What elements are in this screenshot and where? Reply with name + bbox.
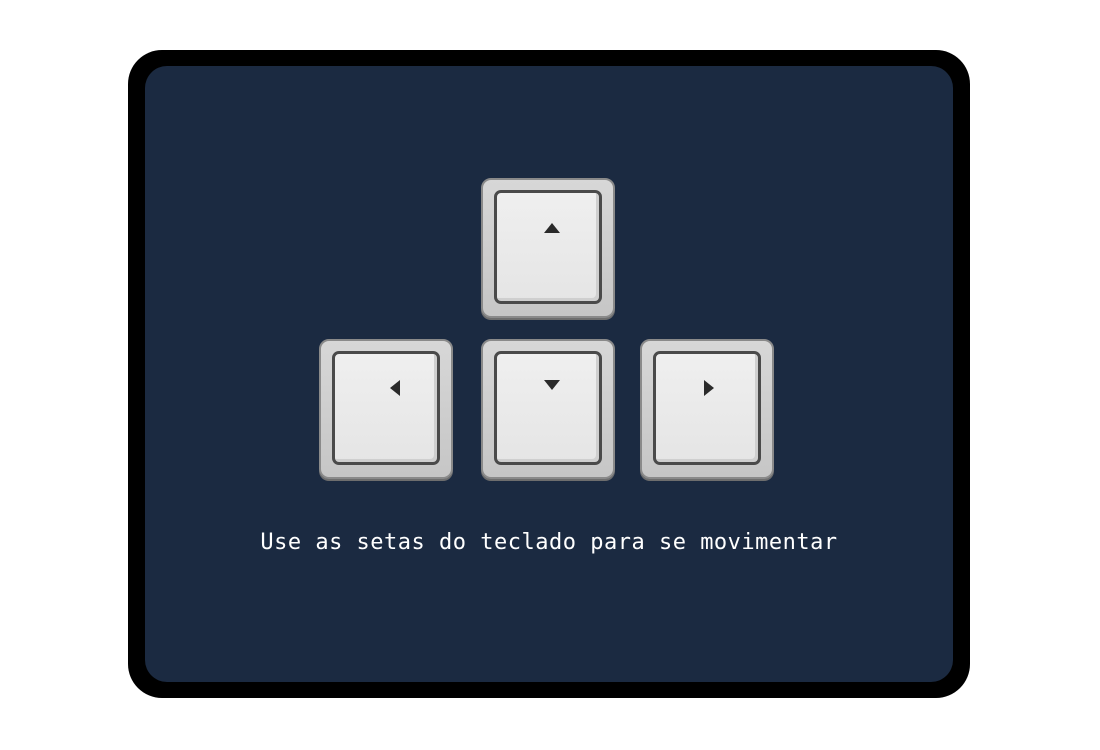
arrow-right-icon xyxy=(704,380,714,396)
arrow-right-key-face xyxy=(653,351,761,465)
arrow-right-key xyxy=(640,339,774,479)
arrow-up-icon xyxy=(544,223,560,233)
arrow-up-key-face xyxy=(494,190,602,304)
arrow-left-key-face xyxy=(332,351,440,465)
arrow-left-icon xyxy=(390,380,400,396)
instruction-text: Use as setas do teclado para se moviment… xyxy=(260,530,838,555)
arrow-down-key xyxy=(481,339,615,479)
arrow-down-key-face xyxy=(494,351,602,465)
arrow-down-icon xyxy=(544,380,560,390)
arrow-left-key xyxy=(319,339,453,479)
arrow-up-key xyxy=(481,178,615,318)
